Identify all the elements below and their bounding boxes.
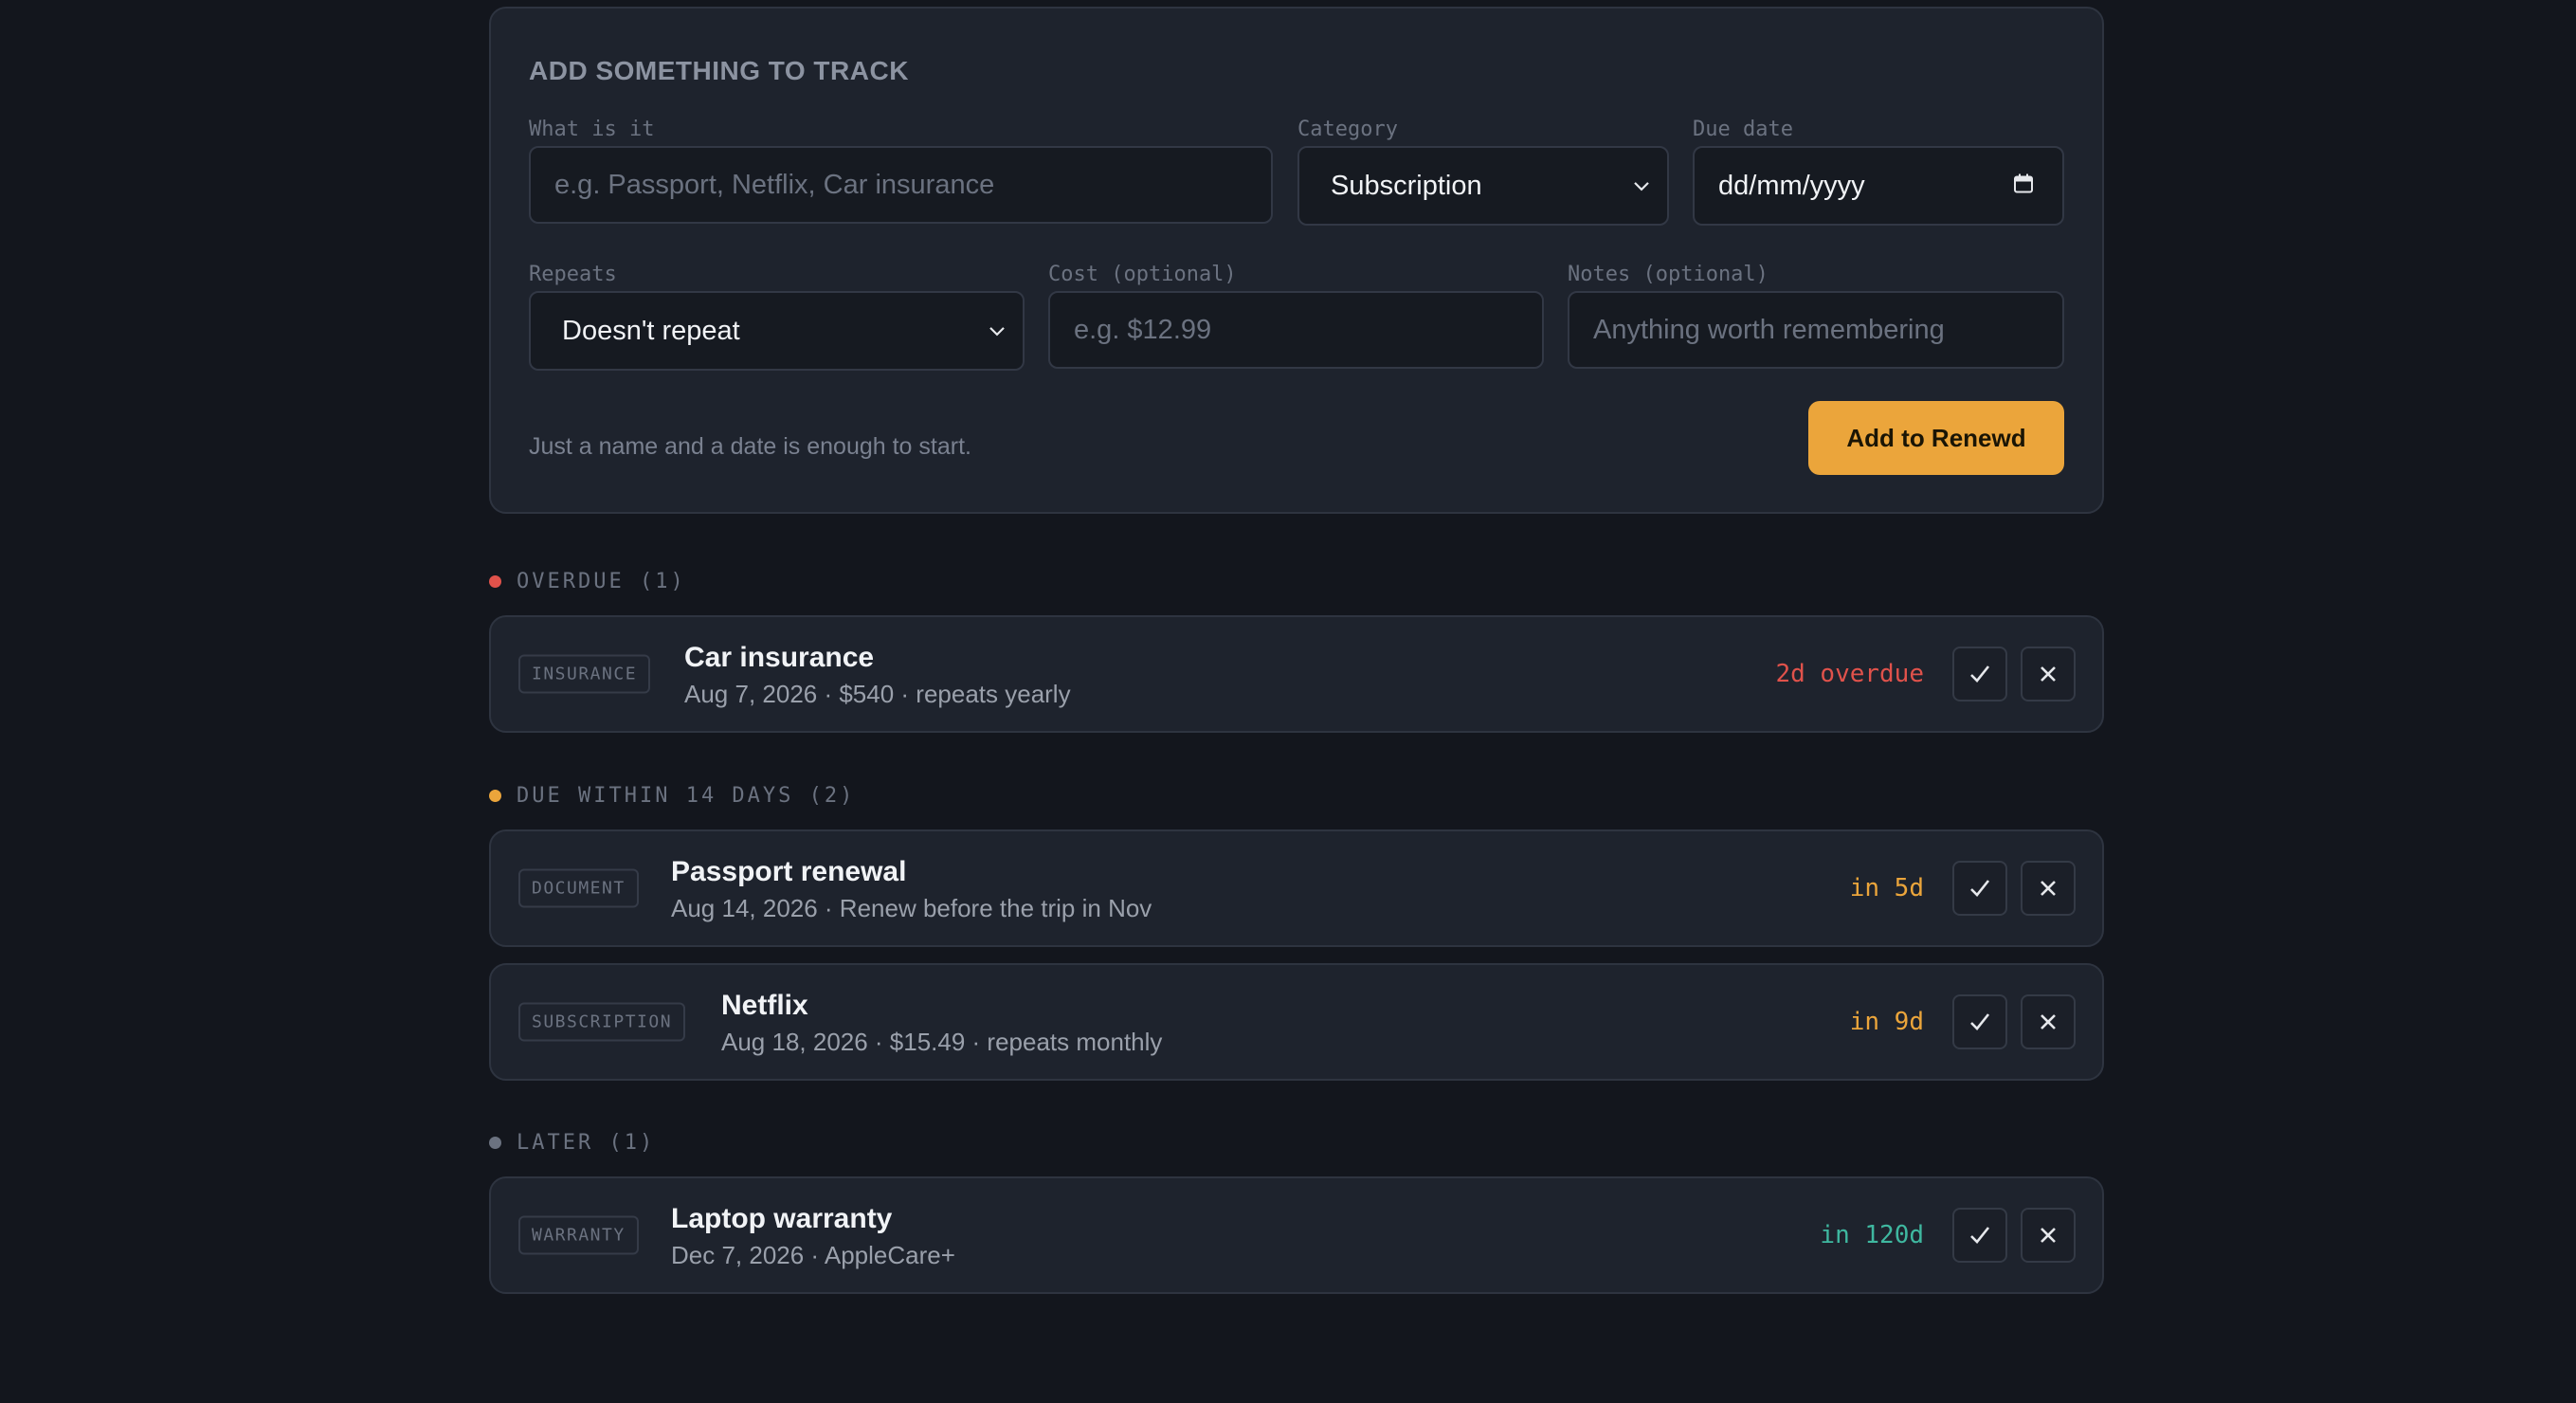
repeats-value: Doesn't repeat bbox=[562, 315, 740, 346]
due-status: 2d overdue bbox=[1775, 660, 1924, 688]
mark-done-button[interactable] bbox=[1952, 647, 2007, 702]
close-icon bbox=[2041, 666, 2056, 682]
cost-label: Cost (optional) bbox=[1048, 263, 1237, 286]
check-icon bbox=[1970, 880, 1990, 897]
category-label: Category bbox=[1297, 118, 1398, 141]
section-heading-text: LATER (1) bbox=[517, 1131, 656, 1155]
section-heading-overdue: OVERDUE (1) bbox=[489, 570, 686, 593]
due-status: in 5d bbox=[1849, 874, 1924, 902]
status-dot bbox=[489, 575, 501, 588]
section-heading-later: LATER (1) bbox=[489, 1131, 655, 1155]
status-dot bbox=[489, 1137, 501, 1149]
repeats-label: Repeats bbox=[529, 263, 617, 286]
item-details: Aug 18, 2026 · $15.49 · repeats monthly bbox=[721, 1028, 1163, 1056]
form-title: ADD SOMETHING TO TRACK bbox=[529, 56, 909, 85]
item-title: Passport renewal bbox=[671, 856, 907, 887]
what-label: What is it bbox=[529, 118, 655, 141]
cost-placeholder: e.g. $12.99 bbox=[1074, 314, 1212, 345]
calendar-icon[interactable] bbox=[2013, 171, 2034, 202]
delete-button[interactable] bbox=[2021, 647, 2076, 702]
list-item: INSURANCE Car insurance Aug 7, 2026 · $5… bbox=[489, 615, 2104, 733]
close-icon bbox=[2041, 1228, 2056, 1243]
list-item: DOCUMENT Passport renewal Aug 14, 2026 ·… bbox=[489, 829, 2104, 947]
due-status: in 9d bbox=[1849, 1008, 1924, 1036]
mark-done-button[interactable] bbox=[1952, 861, 2007, 916]
cost-input[interactable]: e.g. $12.99 bbox=[1048, 291, 1544, 369]
section-heading-text: DUE WITHIN 14 DAYS (2) bbox=[517, 784, 856, 808]
item-title: Netflix bbox=[721, 990, 808, 1021]
mark-done-button[interactable] bbox=[1952, 994, 2007, 1049]
check-icon bbox=[1970, 1013, 1990, 1030]
close-icon bbox=[2041, 1014, 2056, 1029]
what-input[interactable]: e.g. Passport, Netflix, Car insurance bbox=[529, 146, 1273, 224]
section-heading-text: OVERDUE (1) bbox=[517, 570, 686, 593]
add-button[interactable]: Add to Renewd bbox=[1808, 401, 2064, 475]
item-details: Aug 14, 2026 · Renew before the trip in … bbox=[671, 894, 1152, 922]
mark-done-button[interactable] bbox=[1952, 1208, 2007, 1263]
repeats-select[interactable]: Doesn't repeat bbox=[529, 291, 1025, 371]
item-title: Laptop warranty bbox=[671, 1203, 893, 1234]
notes-label: Notes (optional) bbox=[1568, 263, 1769, 286]
due-date-value: dd/mm/yyyy bbox=[1718, 170, 1865, 201]
page: ADD SOMETHING TO TRACK What is it e.g. P… bbox=[489, 0, 2104, 1294]
category-badge: SUBSCRIPTION bbox=[518, 1002, 686, 1042]
check-icon bbox=[1970, 665, 1990, 683]
close-icon bbox=[2041, 881, 2056, 896]
due-status: in 120d bbox=[1820, 1221, 1924, 1249]
chevron-down-icon bbox=[1633, 169, 1650, 200]
notes-placeholder: Anything worth remembering bbox=[1593, 314, 1945, 345]
chevron-down-icon bbox=[989, 314, 1006, 345]
delete-button[interactable] bbox=[2021, 994, 2076, 1049]
due-label: Due date bbox=[1693, 118, 1793, 141]
delete-button[interactable] bbox=[2021, 861, 2076, 916]
category-select[interactable]: Subscription bbox=[1297, 146, 1669, 226]
list-item: WARRANTY Laptop warranty Dec 7, 2026 · A… bbox=[489, 1176, 2104, 1294]
category-badge: WARRANTY bbox=[518, 1215, 639, 1255]
item-details: Aug 7, 2026 · $540 · repeats yearly bbox=[684, 680, 1071, 708]
list-item: SUBSCRIPTION Netflix Aug 18, 2026 · $15.… bbox=[489, 963, 2104, 1081]
add-item-form: ADD SOMETHING TO TRACK What is it e.g. P… bbox=[489, 7, 2104, 514]
form-hint: Just a name and a date is enough to star… bbox=[529, 433, 971, 460]
status-dot bbox=[489, 790, 501, 802]
category-badge: INSURANCE bbox=[518, 654, 651, 694]
delete-button[interactable] bbox=[2021, 1208, 2076, 1263]
category-badge: DOCUMENT bbox=[518, 868, 639, 908]
notes-input[interactable]: Anything worth remembering bbox=[1568, 291, 2064, 369]
item-title: Car insurance bbox=[684, 642, 875, 673]
section-heading-due-soon: DUE WITHIN 14 DAYS (2) bbox=[489, 784, 855, 808]
item-details: Dec 7, 2026 · AppleCare+ bbox=[671, 1241, 955, 1269]
due-date-input[interactable]: dd/mm/yyyy bbox=[1693, 146, 2064, 226]
category-value: Subscription bbox=[1331, 170, 1482, 201]
check-icon bbox=[1970, 1227, 1990, 1244]
what-placeholder: e.g. Passport, Netflix, Car insurance bbox=[554, 169, 995, 200]
